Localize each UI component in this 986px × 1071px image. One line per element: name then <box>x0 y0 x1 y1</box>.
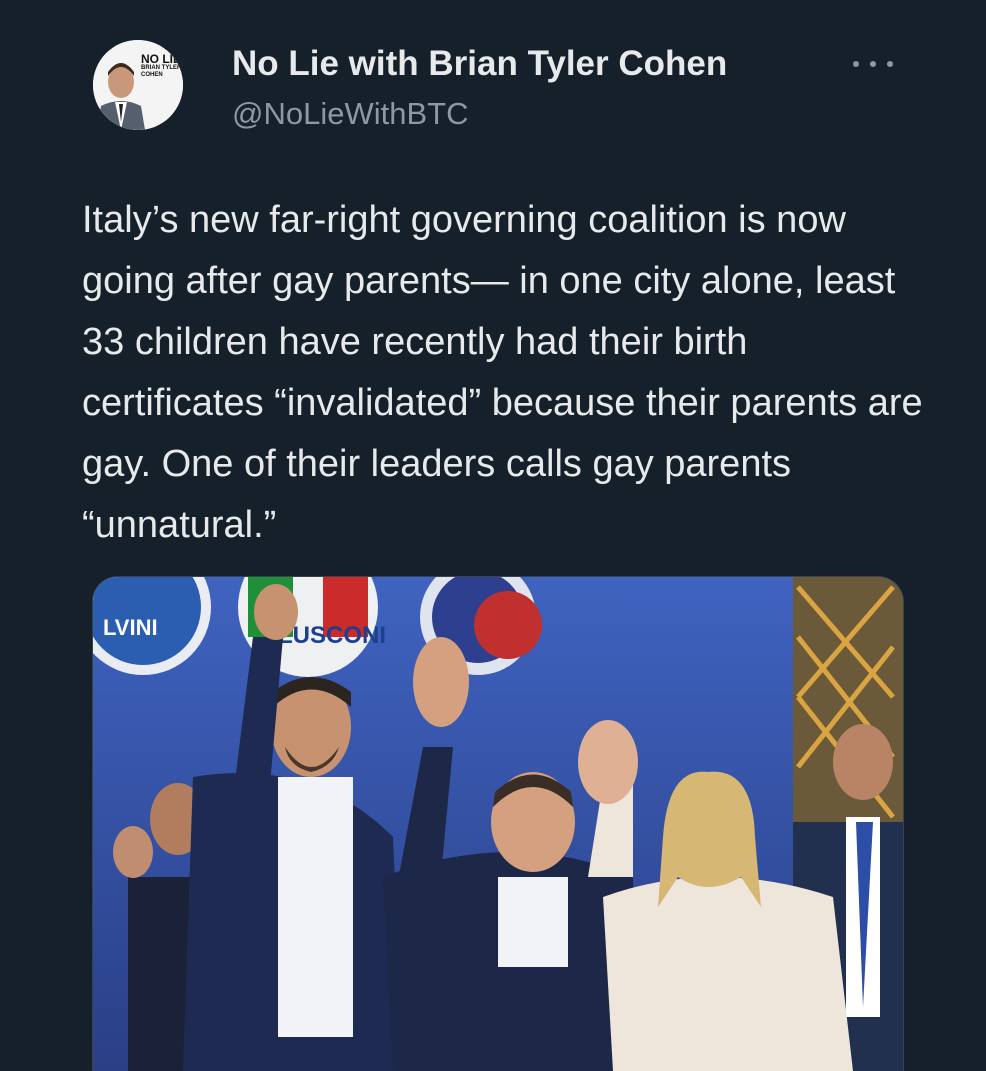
author-display-name[interactable]: No Lie with Brian Tyler Cohen <box>232 44 727 84</box>
avatar-brand: NO LIE BRIAN TYLER COHEN <box>141 52 183 79</box>
more-horizontal-icon <box>887 61 893 67</box>
more-options-button[interactable] <box>853 52 893 76</box>
tweet-photo[interactable]: LVINI LUSCONI <box>92 576 904 1071</box>
tweet-text: Italy’s new far-right governing coalitio… <box>82 199 923 546</box>
more-horizontal-icon <box>853 61 859 67</box>
avatar-logo-subtext: BRIAN TYLER COHEN <box>141 65 182 78</box>
author-handle[interactable]: @NoLieWithBTC <box>232 96 468 132</box>
avatar-logo-text: NO LIE <box>141 52 182 66</box>
rally-photo-image: LVINI LUSCONI <box>93 577 903 1071</box>
more-horizontal-icon <box>870 61 876 67</box>
author-avatar[interactable]: NO LIE BRIAN TYLER COHEN <box>93 40 183 130</box>
banner-text-left: LVINI <box>103 615 158 640</box>
